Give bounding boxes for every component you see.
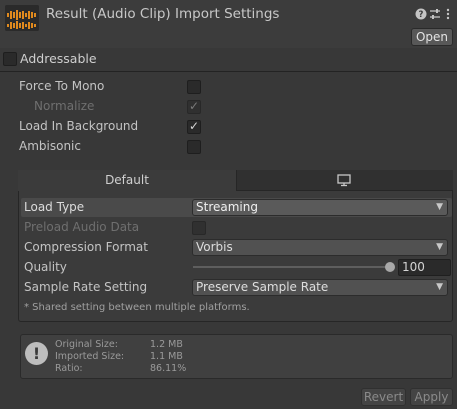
- imported-size-value: 1.1 MB: [150, 351, 183, 362]
- load-type-dropdown[interactable]: Streaming ▼: [192, 199, 448, 216]
- quality-label: Quality: [24, 260, 67, 274]
- sample-rate-setting-value: Preserve Sample Rate: [196, 280, 329, 294]
- sample-rate-setting-label: Sample Rate Setting: [24, 280, 148, 294]
- ratio-label: Ratio:: [55, 363, 83, 374]
- original-size-label: Original Size:: [55, 339, 118, 350]
- kebab-icon[interactable]: [441, 7, 455, 21]
- ambisonic-label: Ambisonic: [19, 139, 81, 153]
- section-divider: [0, 71, 457, 72]
- quality-slider-track[interactable]: [193, 266, 392, 268]
- audio-clip-icon: [5, 5, 39, 31]
- tab-standalone[interactable]: [237, 170, 453, 191]
- imported-size-label: Imported Size:: [55, 351, 125, 362]
- revert-button[interactable]: Revert: [361, 388, 406, 406]
- load-in-background-checkbox[interactable]: ✓: [187, 119, 201, 134]
- quality-field[interactable]: 100: [398, 259, 451, 276]
- load-in-background-label: Load In Background: [19, 119, 139, 133]
- original-size-value: 1.2 MB: [150, 339, 183, 350]
- compression-format-label: Compression Format: [24, 240, 148, 254]
- normalize-label: Normalize: [34, 99, 95, 113]
- sample-rate-setting-dropdown[interactable]: Preserve Sample Rate ▼: [192, 279, 448, 296]
- apply-button[interactable]: Apply: [410, 388, 453, 406]
- sliders-icon[interactable]: [428, 7, 442, 21]
- compression-format-dropdown[interactable]: Vorbis ▼: [192, 239, 448, 256]
- addressable-checkbox[interactable]: [3, 52, 17, 66]
- svg-text:?: ?: [419, 10, 424, 20]
- ambisonic-checkbox[interactable]: [187, 140, 201, 154]
- load-type-label: Load Type: [24, 200, 85, 214]
- addressable-label: Addressable: [20, 51, 97, 66]
- compression-format-value: Vorbis: [196, 240, 233, 254]
- open-button[interactable]: Open: [411, 28, 453, 46]
- preload-audio-data-label: Preload Audio Data: [24, 220, 140, 234]
- checkmark-icon: ✓: [189, 99, 200, 113]
- dropdown-arrow-icon: ▼: [436, 202, 443, 212]
- monitor-icon: [337, 174, 351, 187]
- tab-default[interactable]: Default: [18, 170, 237, 191]
- exclamation-icon: !: [25, 342, 48, 365]
- checkmark-icon: ✓: [189, 119, 200, 133]
- ratio-value: 86.11%: [150, 363, 187, 374]
- force-to-mono-label: Force To Mono: [19, 79, 105, 93]
- load-type-value: Streaming: [196, 200, 258, 214]
- help-icon[interactable]: ?: [414, 7, 428, 21]
- dropdown-arrow-icon: ▼: [436, 282, 443, 292]
- normalize-checkbox: ✓: [187, 99, 201, 114]
- force-to-mono-checkbox[interactable]: [187, 80, 201, 94]
- dropdown-arrow-icon: ▼: [436, 242, 443, 252]
- preload-audio-data-checkbox: [192, 221, 206, 235]
- inspector-title: Result (Audio Clip) Import Settings: [46, 6, 280, 22]
- shared-setting-note: * Shared setting between multiple platfo…: [24, 302, 250, 313]
- quality-slider-thumb[interactable]: [385, 262, 395, 272]
